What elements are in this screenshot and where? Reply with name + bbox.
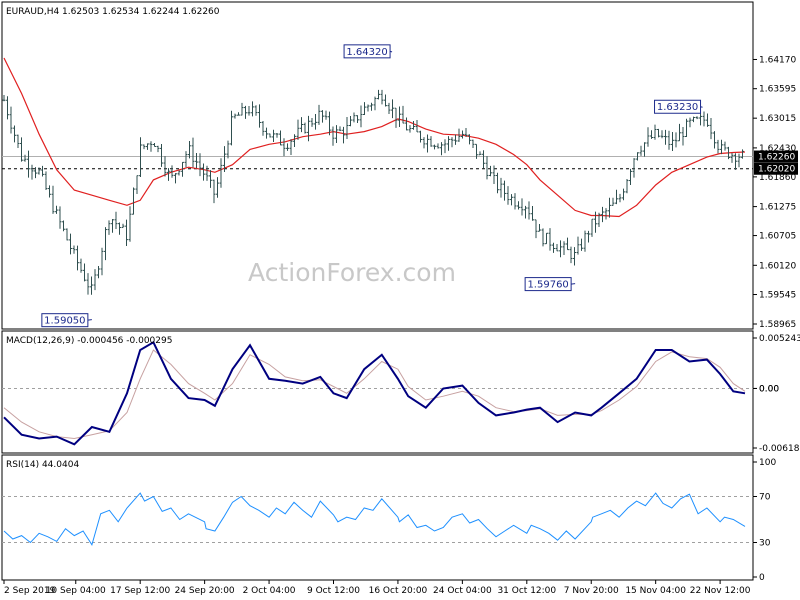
price-callout-label: 1.59760 bbox=[527, 280, 568, 291]
rsi-y-tick-label: 30 bbox=[759, 539, 771, 549]
rsi-y-tick-label: 70 bbox=[759, 493, 771, 503]
x-tick-label: 10 Sep 04:00 bbox=[46, 586, 106, 596]
price-header: EURAUD,H4 1.62503 1.62534 1.62244 1.6226… bbox=[6, 7, 220, 17]
price-y-tick-label: 1.58965 bbox=[759, 320, 796, 330]
x-tick-label: 31 Oct 12:00 bbox=[497, 586, 556, 596]
macd-y-tick-label: 0.00 bbox=[759, 384, 779, 394]
rsi-y-tick-label: 100 bbox=[759, 458, 776, 468]
price-y-tick-label: 1.60120 bbox=[759, 261, 796, 271]
x-tick-label: 7 Nov 20:00 bbox=[564, 586, 619, 596]
price-y-tick-label: 1.63015 bbox=[759, 114, 796, 124]
price-callout-label: 1.64320 bbox=[346, 47, 387, 58]
macd-y-tick-label: -0.006186 bbox=[759, 444, 800, 454]
x-tick-label: 9 Oct 12:00 bbox=[307, 586, 360, 596]
reference-level-label: 1.62020 bbox=[758, 165, 795, 175]
price-y-tick-label: 1.59545 bbox=[759, 291, 796, 301]
x-tick-label: 24 Sep 20:00 bbox=[175, 586, 235, 596]
price-callout-label: 1.59050 bbox=[44, 316, 85, 327]
x-axis: 2 Sep 201910 Sep 04:00 17 Sep 12:00 24 Sep… bbox=[3, 580, 751, 596]
x-tick-label: 16 Oct 20:00 bbox=[369, 586, 428, 596]
macd-pane: 0.0052430.000.00-0.006186 MACD(12,26,9) … bbox=[1, 330, 800, 454]
macd-y-tick-label: 0.005243 bbox=[759, 334, 800, 344]
forex-chart: ActionForex.com 1.64320 1.63230 1.59760 1.5… bbox=[1, 1, 800, 596]
current-price-label: 1.62260 bbox=[758, 153, 795, 163]
x-tick-label: 24 Oct 04:00 bbox=[433, 586, 492, 596]
callout-connector bbox=[571, 283, 576, 285]
x-tick-label: 2 Oct 04:00 bbox=[243, 586, 296, 596]
x-tick-label: 17 Sep 12:00 bbox=[110, 586, 170, 596]
rsi-pane: 100 70 30 0 RSI(14) 44.0404 bbox=[1, 454, 776, 583]
price-y-tick-label: 1.60705 bbox=[759, 232, 796, 242]
price-y-tick-label: 1.63595 bbox=[759, 85, 796, 95]
rsi-y-tick-label: 0 bbox=[759, 573, 765, 583]
price-y-tick-label: 1.61275 bbox=[759, 203, 796, 213]
macd-pane-frame bbox=[1, 330, 754, 454]
price-callout-label: 1.63230 bbox=[657, 102, 698, 113]
rsi-header: RSI(14) 44.0404 bbox=[6, 460, 79, 470]
x-tick-label: 15 Nov 04:00 bbox=[625, 586, 686, 596]
x-tick-label: 22 Nov 12:00 bbox=[690, 586, 751, 596]
price-y-tick-label: 1.64170 bbox=[759, 55, 796, 65]
price-pane: ActionForex.com 1.64320 1.63230 1.59760 1.5… bbox=[1, 1, 798, 330]
macd-header: MACD(12,26,9) -0.000456 -0.000295 bbox=[6, 336, 172, 346]
watermark: ActionForex.com bbox=[248, 258, 456, 287]
callout-connector bbox=[87, 319, 92, 321]
